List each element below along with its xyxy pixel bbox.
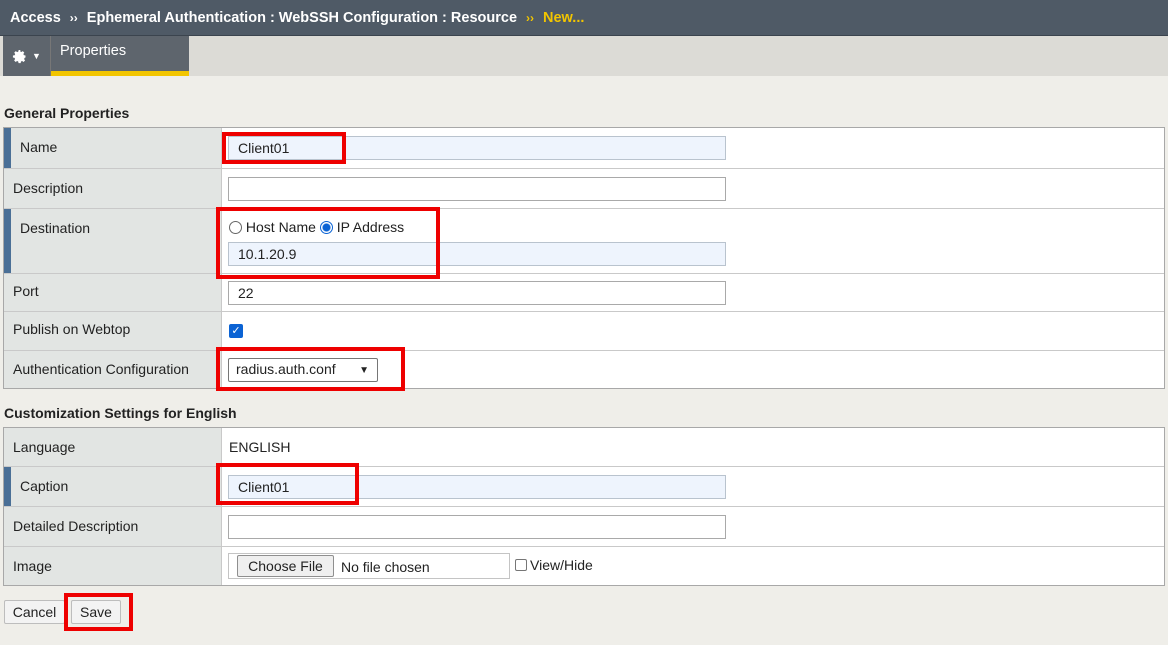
description-row: Description <box>4 168 1164 208</box>
ip-address-radio[interactable] <box>319 221 333 234</box>
cancel-button[interactable]: Cancel <box>4 600 65 624</box>
language-row: Language ENGLISH <box>4 428 1164 466</box>
host-name-label: Host Name <box>245 219 316 235</box>
auth-config-label: Authentication Configuration <box>4 351 222 388</box>
port-label: Port <box>4 274 222 311</box>
name-field[interactable] <box>228 136 726 160</box>
image-label: Image <box>4 547 222 585</box>
publish-label: Publish on Webtop <box>4 312 222 350</box>
view-hide-label: View/Hide <box>530 557 593 573</box>
tab-bar: ▼ Properties <box>0 36 1168 76</box>
port-field[interactable] <box>228 281 726 305</box>
name-row: Name <box>4 128 1164 168</box>
general-properties-heading: General Properties <box>4 105 130 121</box>
breadcrumb-access[interactable]: Access <box>10 10 61 26</box>
description-label: Description <box>4 169 222 208</box>
tab-properties[interactable]: Properties <box>51 36 189 76</box>
publish-row: Publish on Webtop ✓ <box>4 311 1164 350</box>
breadcrumb-separator: ›› <box>69 10 78 25</box>
file-input: Choose File No file chosen <box>228 553 510 579</box>
settings-menu-button[interactable]: ▼ <box>3 36 51 76</box>
customization-table: Language ENGLISH Caption Detailed Descri… <box>3 427 1165 586</box>
save-button[interactable]: Save <box>71 600 121 624</box>
destination-radio-group: Host Name IP Address <box>229 219 404 235</box>
general-properties-table: Name Description Destination Host Name I… <box>3 127 1165 389</box>
breadcrumb-resource[interactable]: Ephemeral Authentication : WebSSH Config… <box>87 10 517 26</box>
caption-label: Caption <box>4 467 222 506</box>
detailed-description-row: Detailed Description <box>4 506 1164 546</box>
auth-config-select[interactable]: radius.auth.conf ▼ <box>228 358 378 382</box>
host-name-radio[interactable] <box>229 221 242 234</box>
destination-row: Destination Host Name IP Address <box>4 208 1164 273</box>
image-row: Image Choose File No file chosen View/Hi… <box>4 546 1164 585</box>
gear-icon <box>12 49 26 63</box>
breadcrumb: Access ›› Ephemeral Authentication : Web… <box>0 0 1168 36</box>
language-value: ENGLISH <box>229 439 291 455</box>
language-label: Language <box>4 428 222 466</box>
detailed-description-field[interactable] <box>228 515 726 539</box>
port-row: Port <box>4 273 1164 311</box>
chevron-down-icon: ▼ <box>32 51 41 61</box>
detailed-description-label: Detailed Description <box>4 507 222 546</box>
caption-row: Caption <box>4 466 1164 506</box>
publish-on-webtop-checkbox[interactable]: ✓ <box>229 324 243 338</box>
breadcrumb-current: New... <box>543 9 585 26</box>
auth-config-row: Authentication Configuration radius.auth… <box>4 350 1164 388</box>
choose-file-button[interactable]: Choose File <box>237 555 334 577</box>
no-file-chosen-text: No file chosen <box>341 559 430 575</box>
breadcrumb-separator: ›› <box>526 10 535 25</box>
customization-heading: Customization Settings for English <box>4 405 237 421</box>
chevron-down-icon: ▼ <box>359 365 369 376</box>
description-field[interactable] <box>228 177 726 201</box>
ip-address-label: IP Address <box>336 219 405 235</box>
caption-field[interactable] <box>228 475 726 499</box>
name-label: Name <box>4 128 222 168</box>
ip-address-field[interactable] <box>228 242 726 266</box>
view-hide-checkbox[interactable] <box>515 559 527 571</box>
destination-label: Destination <box>4 209 222 273</box>
